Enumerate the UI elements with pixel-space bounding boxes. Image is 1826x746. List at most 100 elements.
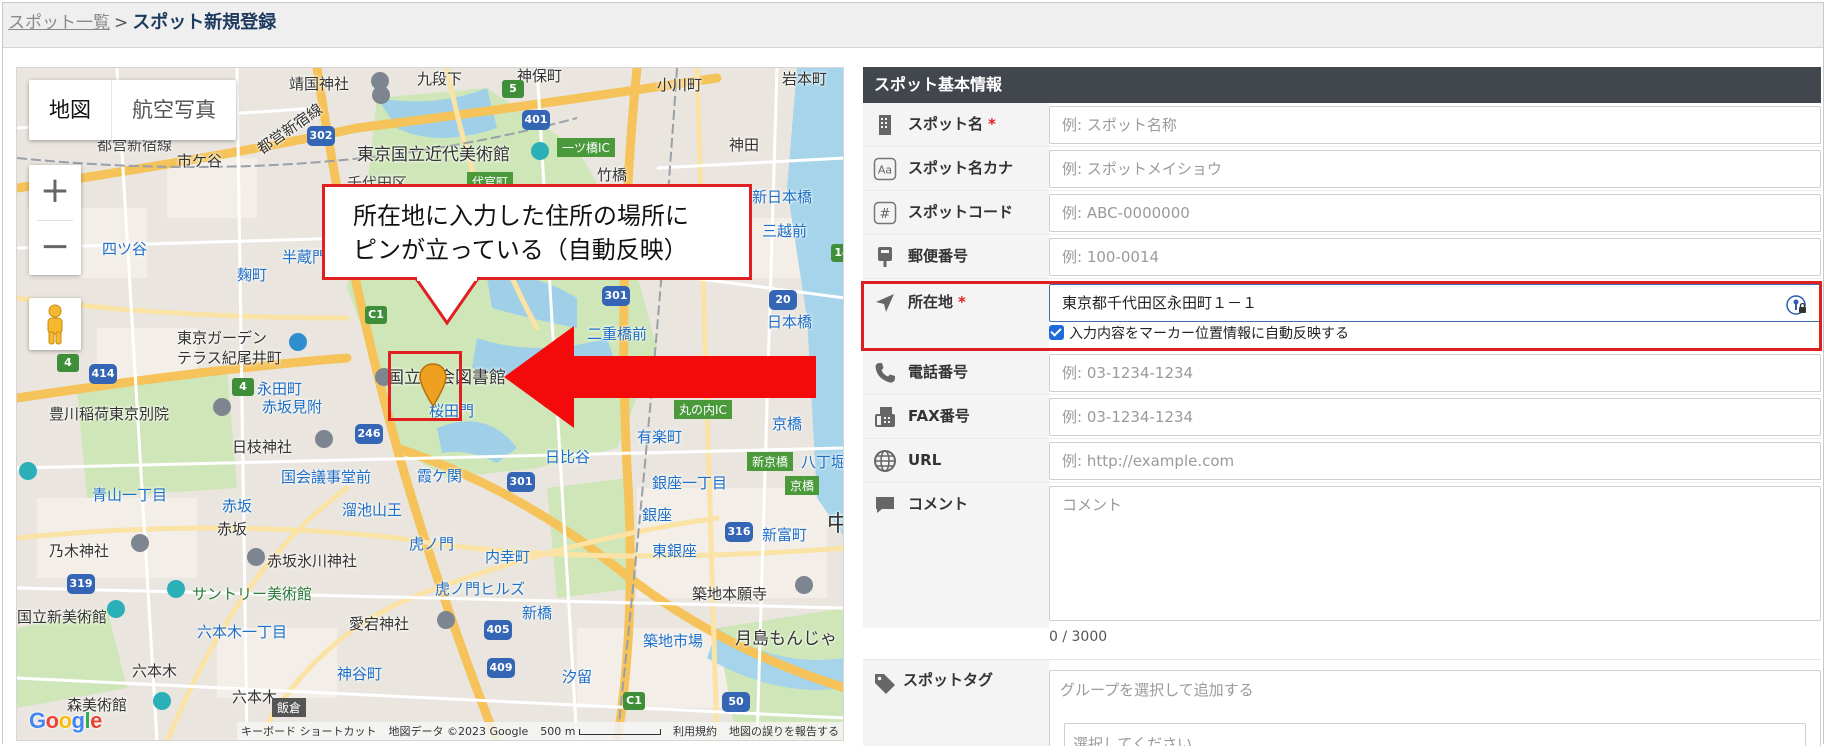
map-label: 築地市場 — [643, 632, 704, 650]
report-map-error-link[interactable]: 地図の誤りを報告する — [729, 723, 839, 739]
callout-line: ピンが立っている（自動反映） — [353, 236, 688, 264]
museum-icon — [107, 600, 125, 618]
temple-icon — [795, 576, 813, 594]
comment-textarea[interactable]: コメント — [1049, 486, 1821, 621]
field-label: URL — [908, 451, 942, 469]
svg-text:#: # — [880, 207, 891, 222]
page-title: スポット新規登録 — [132, 12, 277, 33]
kana-icon: Aa — [873, 157, 897, 181]
field-label-cell: # スポットコード — [863, 191, 1049, 234]
map-label: 内幸町 — [485, 548, 531, 566]
field-label: コメント — [908, 495, 969, 513]
map-label: 九段下 — [417, 70, 463, 88]
field-label: FAX番号 — [908, 407, 970, 425]
scale-bar — [579, 728, 661, 735]
phone-input[interactable]: 例: 03-1234-1234 — [1049, 354, 1821, 392]
map-label: 日比谷 — [545, 448, 591, 466]
field-label-cell: スポットタグ — [863, 660, 1049, 746]
map-data-credit: 地図データ ©2023 Google — [388, 725, 529, 738]
map-type-control: 地図 航空写真 — [29, 80, 236, 140]
map-label: 汐留 — [562, 668, 593, 686]
spot-kana-input[interactable]: 例: スポットメイショウ — [1049, 150, 1821, 188]
map-label: 神谷町 — [337, 665, 383, 683]
tag-select-dropdown[interactable]: 選択してください — [1064, 723, 1806, 746]
map-label: サントリー美術館 — [192, 585, 313, 603]
phone-icon — [875, 363, 895, 383]
highway-shield: C1 — [623, 692, 645, 710]
google-logo: Google — [29, 708, 102, 733]
breadcrumb-separator: > — [114, 13, 129, 33]
highway-shield: 301 — [507, 472, 535, 492]
map-label: 京橋 — [785, 476, 820, 495]
highway-shield: 401 — [522, 110, 550, 130]
tag-group-picker[interactable]: グループを選択して追加する 選択してください — [1049, 670, 1821, 746]
map-label: 乃木神社 — [49, 542, 110, 560]
street-view-pegman-button[interactable] — [29, 298, 81, 350]
terms-link[interactable]: 利用規約 — [673, 723, 717, 739]
field-label-cell: スポット名 * — [863, 103, 1049, 146]
map-label: 赤坂氷川神社 — [267, 552, 358, 570]
form-row-postal-code: 郵便番号 例: 100-0014 — [863, 235, 1821, 279]
field-label-cell: 電話番号 — [863, 351, 1049, 394]
breadcrumb-spot-list-link[interactable]: スポット一覧 — [8, 13, 110, 33]
tag-group-placeholder: グループを選択して追加する — [1060, 681, 1254, 699]
field-label: スポット名 * — [908, 103, 996, 146]
map-label: 新橋 — [522, 604, 553, 622]
map-type-map-button[interactable]: 地図 — [29, 80, 111, 140]
form-row-spot-name: スポット名 * 例: スポット名称 — [863, 103, 1821, 147]
zoom-out-button[interactable]: − — [29, 221, 81, 276]
museum-icon — [167, 580, 185, 598]
map-label: 築地本願寺 — [692, 585, 768, 603]
form-row-fax: FAX番号 例: 03-1234-1234 — [863, 395, 1821, 439]
map-label: 赤坂 — [222, 497, 253, 515]
map-type-satellite-button[interactable]: 航空写真 — [111, 80, 236, 140]
map-label: 六本木 — [132, 662, 178, 680]
spot-name-input[interactable]: 例: スポット名称 — [1049, 106, 1821, 144]
zoom-control: + − — [29, 165, 81, 275]
map-label: 青山一丁目 — [92, 486, 168, 504]
callout-line: 所在地に入力した住所の場所に — [353, 202, 689, 230]
map-label: 六本木一丁目 — [197, 623, 288, 641]
address-highlight-box — [861, 281, 1822, 351]
spot-code-input[interactable]: 例: ABC-0000000 — [1049, 194, 1821, 232]
map-label: 東京国立近代美術館 — [357, 145, 510, 165]
spot-form: スポット基本情報 スポット名 * 例: スポット名称 Aa スポット名カナ 例: … — [863, 67, 1821, 746]
fax-input[interactable]: 例: 03-1234-1234 — [1049, 398, 1821, 436]
map-label: 三越前 — [762, 222, 808, 240]
map-label: 新京橋 — [747, 452, 794, 471]
url-input[interactable]: 例: http://example.com — [1049, 442, 1821, 480]
map-label: 麹町 — [237, 266, 268, 284]
highway-shield: 405 — [484, 620, 512, 640]
comment-char-counter: 0 / 3000 — [1049, 629, 1108, 645]
annotation-callout: 所在地に入力した住所の場所に ピンが立っている（自動反映） — [322, 184, 752, 280]
highway-shield: 409 — [487, 658, 515, 678]
map-label: 国立新美術館 — [17, 608, 108, 626]
temple-icon — [213, 398, 231, 416]
map-label: 新日本橋 — [752, 188, 813, 206]
highway-shield: 316 — [725, 522, 753, 542]
map-scale[interactable]: 500 m — [540, 725, 661, 738]
highway-shield: 302 — [307, 126, 335, 146]
svg-text:Aa: Aa — [878, 164, 892, 177]
highway-shield: 4 — [232, 378, 254, 396]
field-label-cell: コメント — [863, 483, 1049, 628]
field-label: 郵便番号 — [908, 247, 969, 265]
map-label: 神田 — [729, 136, 760, 154]
postal-code-input[interactable]: 例: 100-0014 — [1049, 238, 1821, 276]
callout-tail — [413, 277, 481, 326]
map-label: 半蔵門 — [282, 248, 328, 266]
form-row-spot-kana: Aa スポット名カナ 例: スポットメイショウ — [863, 147, 1821, 191]
required-mark: * — [988, 115, 996, 133]
map-label: 竹橋 — [597, 166, 628, 184]
map-label: 中 — [827, 506, 843, 538]
keyboard-shortcuts-link[interactable]: キーボード ショートカット — [241, 723, 377, 739]
field-label-cell: Aa スポット名カナ — [863, 147, 1049, 190]
map-label: 月島もんじゃ — [735, 629, 837, 649]
map-label: 六本木 — [232, 688, 278, 706]
pin-highlight-box — [388, 351, 462, 421]
map-label: 霞ケ関 — [417, 467, 463, 485]
zoom-in-button[interactable]: + — [29, 165, 81, 220]
museum-icon — [153, 692, 171, 710]
map-scale-label: 500 m — [540, 724, 576, 738]
map-attribution-bar: キーボード ショートカット 地図データ ©2023 Google 500 m 利… — [237, 722, 843, 740]
